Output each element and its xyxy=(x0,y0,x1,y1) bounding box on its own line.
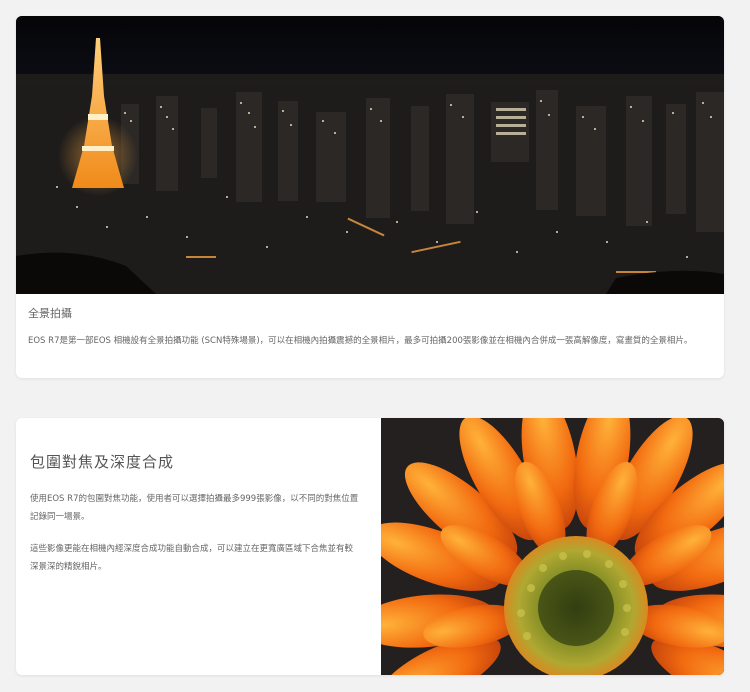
panorama-title: 全景拍攝 xyxy=(28,307,72,320)
panorama-card: 全景拍攝 EOS R7是第一部EOS 相機設有全景拍攝功能 (SCN特殊場景)，… xyxy=(16,16,724,378)
focus-bracketing-paragraph-1: 使用EOS R7的包圍對焦功能，使用者可以選擇拍攝最多999張影像，以不同的對焦… xyxy=(30,494,359,522)
focus-bracketing-paragraph-2: 這些影像更能在相機內經深度合成功能自動合成，可以建立在更寬廣區域下合焦並有較深景… xyxy=(30,544,354,572)
night-city-panorama-image xyxy=(16,16,724,294)
panorama-description: EOS R7是第一部EOS 相機設有全景拍攝功能 (SCN特殊場景)，可以在相機… xyxy=(28,336,693,346)
focus-bracketing-card: 包圍對焦及深度合成 使用EOS R7的包圍對焦功能，使用者可以選擇拍攝最多999… xyxy=(16,418,724,675)
orange-flower-image xyxy=(381,418,724,675)
focus-bracketing-title: 包圍對焦及深度合成 xyxy=(30,453,175,471)
